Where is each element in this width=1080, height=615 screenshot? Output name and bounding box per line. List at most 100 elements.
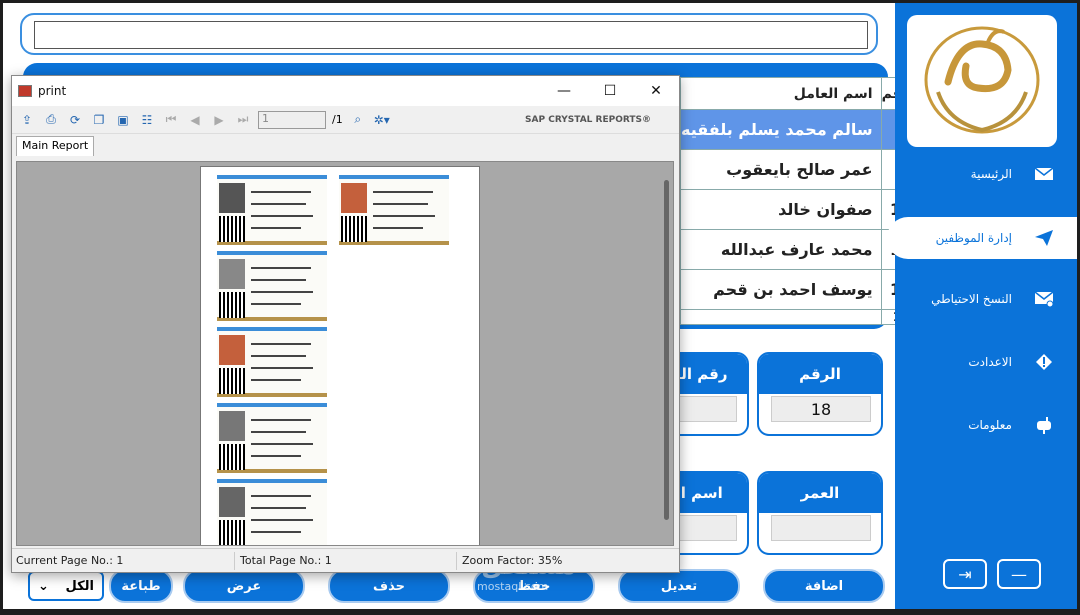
mail-backup-icon [1033, 291, 1055, 307]
photo [219, 335, 245, 365]
print-icon[interactable]: ⎙ [42, 111, 60, 129]
logo [907, 15, 1057, 147]
crystal-brand: SAP CRYSTAL REPORTS® [525, 114, 651, 125]
export-icon[interactable]: ⇪ [18, 111, 36, 129]
window-controls: ⇥ — [943, 559, 1041, 589]
report-toolbar: ⇪ ⎙ ⟳ ❐ ▣ ☷ ⏮ ◀ ▶ ⏭ 1 /1 ⌕ ✲▾ SAP CRYSTA… [12, 106, 679, 134]
status-current-page: Current Page No.: 1 [16, 554, 124, 567]
exit-button[interactable]: ⇥ [943, 559, 987, 589]
photo [219, 487, 245, 517]
table-row[interactable]: يوسف احمد بن قحم 15 [680, 269, 922, 310]
age-label: العمر [759, 473, 881, 513]
photo [341, 183, 367, 213]
table-row[interactable]: محمد عارف عبدالله 16 [680, 229, 922, 270]
watermark-url: mostaql.com [477, 580, 549, 593]
report-canvas[interactable] [16, 161, 674, 546]
chevron-down-icon: ⌄ [38, 578, 49, 594]
zoom-icon[interactable]: ✲▾ [373, 111, 391, 129]
minimize-icon[interactable]: — [541, 76, 587, 106]
id-card [217, 175, 327, 245]
send-icon [1033, 230, 1055, 246]
sidebar-item-home[interactable]: الرئيسية [895, 153, 1077, 195]
cell-name: يوسف احمد بن قحم [680, 269, 882, 310]
id-card [217, 479, 327, 545]
qr-code [219, 216, 245, 242]
page-number-input[interactable]: 1 [258, 110, 326, 129]
print-button[interactable]: طباعة [109, 569, 173, 603]
cell-name: سالم محمد يسلم بلفقيه [680, 109, 882, 150]
mail-icon [1033, 166, 1055, 182]
sidebar-item-label: إدارة الموظفين [935, 231, 1012, 245]
print-titlebar: print — ☐ ✕ [12, 76, 679, 106]
sidebar-item-label: الرئيسية [970, 167, 1012, 181]
num-card: الرقم 18 [757, 352, 883, 436]
edit-button[interactable]: تعديل [618, 569, 740, 603]
close-icon[interactable]: ✕ [633, 76, 679, 106]
logo-emblem-icon [924, 26, 1040, 134]
sidebar-item-settings[interactable]: الاعدادت [895, 341, 1077, 383]
id-card [339, 175, 449, 245]
employees-table[interactable]: اسم العامل الرقم سالم محمد يسلم بلفقيه 6… [680, 77, 922, 325]
status-zoom: Zoom Factor: 35% [462, 554, 563, 567]
sidebar-item-label: معلومات [968, 418, 1012, 432]
id-card [217, 403, 327, 473]
last-page-icon[interactable]: ⏭ [234, 111, 252, 129]
photo [219, 183, 245, 213]
search-frame [20, 13, 878, 55]
copy-icon[interactable]: ❐ [90, 111, 108, 129]
id-card [217, 327, 327, 397]
maximize-icon[interactable]: ☐ [587, 76, 633, 106]
sidebar-item-employees[interactable]: إدارة الموظفين [887, 217, 1077, 259]
qr-code [219, 292, 245, 318]
print-window-title: print [38, 84, 67, 98]
toggle-group-tree-icon[interactable]: ▣ [114, 111, 132, 129]
status-bar: Current Page No.: 1 Total Page No.: 1 Zo… [12, 548, 679, 572]
next-page-icon[interactable]: ▶ [210, 111, 228, 129]
filter-select[interactable]: ⌄ الكل [28, 571, 104, 601]
photo [219, 411, 245, 441]
report-tabs: Main Report [12, 134, 679, 156]
sidebar-item-backup[interactable]: النسخ الاحتياطي [895, 278, 1077, 320]
sidebar: الرئيسية إدارة الموظفين النسخ الاحتياطي … [887, 3, 1077, 609]
num-label: الرقم [759, 354, 881, 394]
cell-name [680, 309, 882, 325]
delete-button[interactable]: حذف [328, 569, 450, 603]
minimize-button[interactable]: — [997, 559, 1041, 589]
tab-main-report[interactable]: Main Report [16, 136, 95, 156]
search-input[interactable] [34, 21, 868, 49]
app-icon [18, 85, 32, 97]
status-total-pages: Total Page No.: 1 [240, 554, 332, 567]
column-header-name[interactable]: اسم العامل [680, 77, 882, 110]
sidebar-item-info[interactable]: معلومات [895, 404, 1077, 446]
add-button[interactable]: اضافة [763, 569, 885, 603]
id-card [217, 251, 327, 321]
qr-code [219, 444, 245, 470]
table-row[interactable]: سالم محمد يسلم بلفقيه 6 [680, 109, 922, 150]
table-row[interactable]: عمر صالح بايعقوب 5 [680, 149, 922, 190]
filter-select-value: الكل [65, 578, 94, 594]
table-row[interactable]: صفوان خالد 18 [680, 189, 922, 230]
vertical-scrollbar[interactable] [663, 170, 671, 545]
photo [219, 259, 245, 289]
sidebar-item-label: الاعدادت [968, 355, 1012, 369]
mailbox-icon [1033, 417, 1055, 434]
qr-code [219, 520, 245, 545]
first-page-icon[interactable]: ⏮ [162, 111, 180, 129]
print-preview-window: print — ☐ ✕ ⇪ ⎙ ⟳ ❐ ▣ ☷ ⏮ ◀ ▶ ⏭ 1 /1 ⌕ ✲… [11, 75, 680, 573]
num-field[interactable]: 18 [771, 396, 871, 422]
alert-icon [1033, 354, 1055, 370]
view-button[interactable]: عرض [183, 569, 305, 603]
find-icon[interactable]: ⌕ [349, 111, 367, 129]
cell-name: صفوان خالد [680, 189, 882, 230]
qr-code [219, 368, 245, 394]
sidebar-item-label: النسخ الاحتياطي [931, 292, 1012, 306]
report-page [200, 166, 480, 545]
age-card: العمر [757, 471, 883, 555]
cell-name: محمد عارف عبدالله [680, 229, 882, 270]
table-row[interactable]: 17 [680, 309, 922, 325]
refresh-icon[interactable]: ⟳ [66, 111, 84, 129]
prev-page-icon[interactable]: ◀ [186, 111, 204, 129]
age-field[interactable] [771, 515, 871, 541]
parameters-icon[interactable]: ☷ [138, 111, 156, 129]
cell-name: عمر صالح بايعقوب [680, 149, 882, 190]
